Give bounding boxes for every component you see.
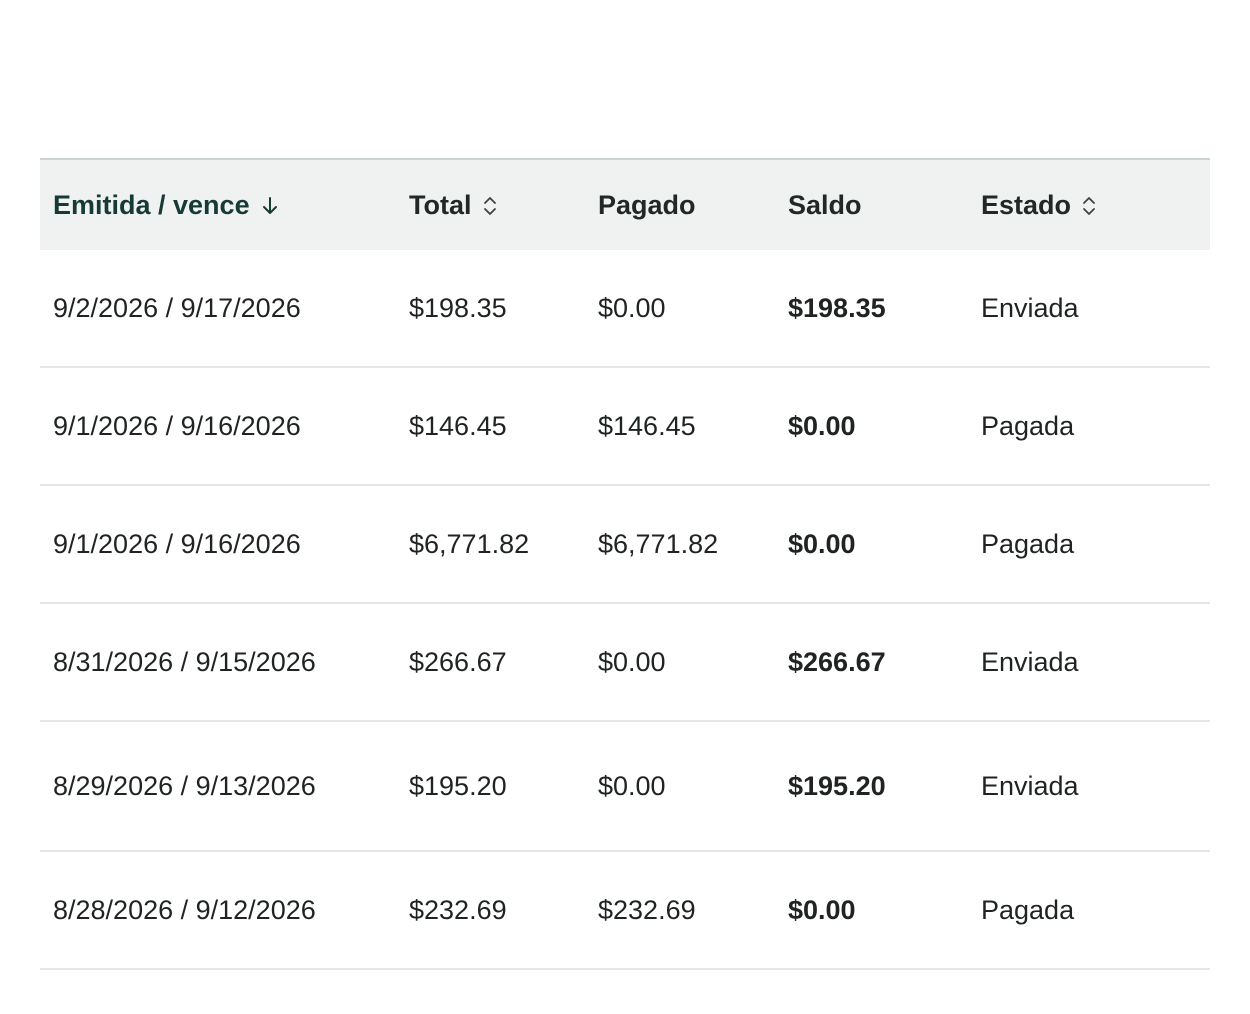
cell-dates: 8/31/2026 / 9/15/2026 (53, 646, 316, 677)
cell-total: $195.20 (409, 770, 507, 801)
cell-balance: $0.00 (788, 894, 856, 925)
column-header-label: Pagado (598, 189, 696, 220)
column-header-issued-due[interactable]: Emitida / vence (40, 159, 396, 250)
sort-updown-icon[interactable] (482, 194, 498, 218)
cell-status: Pagada (981, 894, 1075, 925)
cell-balance: $0.00 (788, 410, 856, 441)
cell-total: $6,771.82 (409, 528, 530, 559)
cell-total: $198.35 (409, 292, 507, 323)
table-header: Emitida / vence Total Pagado Saldo Estad… (40, 159, 1210, 250)
cell-total: $266.67 (409, 646, 507, 677)
sort-updown-icon[interactable] (1081, 194, 1097, 218)
cell-balance: $198.35 (788, 292, 886, 323)
arrow-down-icon[interactable] (260, 195, 280, 217)
cell-balance: $195.20 (788, 770, 886, 801)
cell-paid: $232.69 (598, 894, 696, 925)
column-header-label: Estado (981, 189, 1072, 220)
column-header-label: Emitida / vence (53, 189, 250, 220)
cell-dates: 9/1/2026 / 9/16/2026 (53, 410, 301, 441)
cell-total: $232.69 (409, 894, 507, 925)
cell-paid: $0.00 (598, 646, 666, 677)
cell-status: Pagada (981, 528, 1075, 559)
invoices-table-container: Emitida / vence Total Pagado Saldo Estad… (40, 158, 1210, 970)
cell-dates: 9/1/2026 / 9/16/2026 (53, 528, 301, 559)
cell-dates: 8/28/2026 / 9/12/2026 (53, 894, 316, 925)
cell-status: Enviada (981, 646, 1079, 677)
table-row[interactable]: 8/31/2026 / 9/15/2026 $266.67 $0.00 $266… (40, 603, 1210, 721)
table-row[interactable]: 8/28/2026 / 9/12/2026 $232.69 $232.69 $0… (40, 851, 1210, 969)
column-header-label: Saldo (788, 189, 862, 220)
header-row: Emitida / vence Total Pagado Saldo Estad… (40, 159, 1210, 250)
cell-balance: $0.00 (788, 528, 856, 559)
cell-status: Enviada (981, 770, 1079, 801)
table-row[interactable]: 8/29/2026 / 9/13/2026 $195.20 $0.00 $195… (40, 721, 1210, 851)
column-header-total[interactable]: Total (396, 159, 585, 250)
table-row[interactable]: 9/1/2026 / 9/16/2026 $6,771.82 $6,771.82… (40, 485, 1210, 603)
cell-status: Pagada (981, 410, 1075, 441)
table-row[interactable]: 9/2/2026 / 9/17/2026 $198.35 $0.00 $198.… (40, 250, 1210, 367)
cell-paid: $6,771.82 (598, 528, 719, 559)
cell-dates: 8/29/2026 / 9/13/2026 (53, 770, 316, 801)
cell-balance: $266.67 (788, 646, 886, 677)
table-body: 9/2/2026 / 9/17/2026 $198.35 $0.00 $198.… (40, 250, 1210, 969)
column-header-paid: Pagado (585, 159, 775, 250)
cell-status: Enviada (981, 292, 1079, 323)
column-header-label: Total (409, 189, 472, 220)
column-header-status[interactable]: Estado (968, 159, 1210, 250)
column-header-balance: Saldo (775, 159, 968, 250)
cell-paid: $146.45 (598, 410, 696, 441)
cell-total: $146.45 (409, 410, 507, 441)
invoices-table: Emitida / vence Total Pagado Saldo Estad… (40, 158, 1210, 970)
cell-dates: 9/2/2026 / 9/17/2026 (53, 292, 301, 323)
table-row[interactable]: 9/1/2026 / 9/16/2026 $146.45 $146.45 $0.… (40, 367, 1210, 485)
cell-paid: $0.00 (598, 770, 666, 801)
cell-paid: $0.00 (598, 292, 666, 323)
